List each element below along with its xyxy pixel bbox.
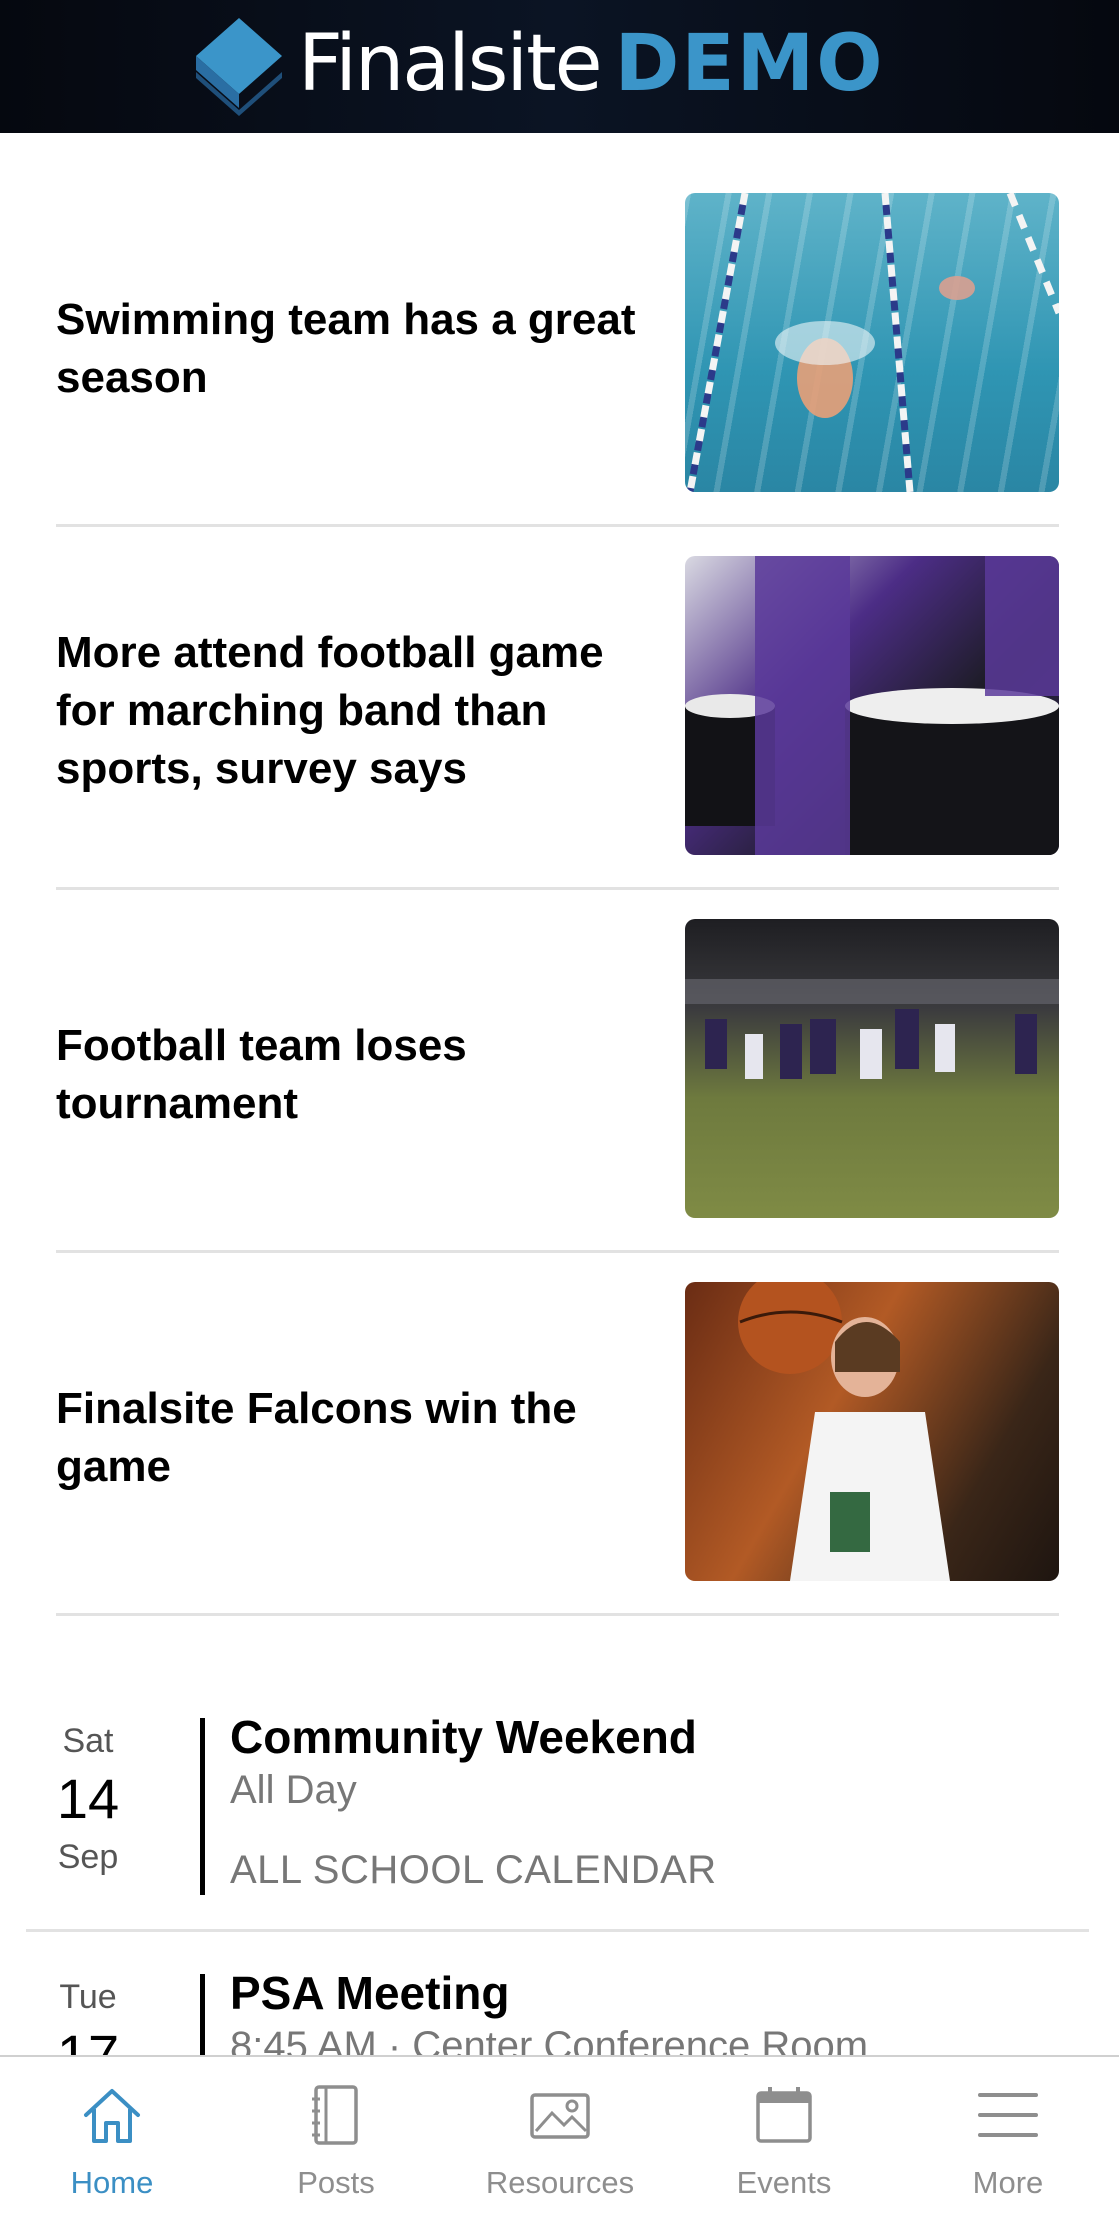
- home-icon: [84, 2089, 140, 2143]
- divider: [56, 1613, 1059, 1616]
- news-item[interactable]: Swimming team has a great season: [0, 193, 1119, 555]
- divider: [26, 1929, 1089, 1932]
- news-item[interactable]: More attend football game for marching b…: [0, 556, 1119, 918]
- football-game-photo: [685, 979, 1059, 1079]
- tab-label: Events: [736, 2165, 832, 2200]
- finalsite-logo-icon: [196, 18, 282, 116]
- notebook-icon: [312, 2085, 358, 2145]
- news-item[interactable]: Football team loses tournament: [0, 919, 1119, 1281]
- news-thumbnail[interactable]: [685, 556, 1059, 855]
- divider: [56, 524, 1059, 527]
- app-header: Finalsite DEMO: [0, 0, 1119, 133]
- event-title[interactable]: Community Weekend: [230, 1710, 697, 1764]
- event-month: Sep: [57, 1838, 119, 1876]
- brand-suffix: DEMO: [614, 19, 885, 109]
- tab-label: Posts: [297, 2165, 375, 2200]
- news-title[interactable]: Swimming team has a great season: [56, 291, 656, 407]
- news-item[interactable]: Finalsite Falcons win the game: [0, 1282, 1119, 1644]
- tab-label: Home: [70, 2165, 154, 2200]
- tab-label: Resources: [485, 2165, 635, 2200]
- swimming-pool-photo: [686, 193, 1059, 492]
- tab-label: More: [972, 2165, 1044, 2200]
- event-day: 14: [56, 1767, 120, 1830]
- event-weekday: Sat: [62, 1722, 114, 1760]
- news-title[interactable]: More attend football game for marching b…: [56, 624, 656, 798]
- news-thumbnail[interactable]: [685, 1282, 1059, 1581]
- event-time: All Day: [230, 1768, 357, 1812]
- tab-more[interactable]: More: [896, 2057, 1119, 2222]
- menu-icon: [978, 2093, 1038, 2137]
- event-weekday: Tue: [59, 1978, 117, 2016]
- news-title[interactable]: Finalsite Falcons win the game: [56, 1380, 656, 1496]
- event-title[interactable]: PSA Meeting: [230, 1966, 509, 2020]
- calendar-icon: [756, 2087, 812, 2143]
- basketball-player-photo: [738, 1282, 950, 1581]
- brand-wordmark: Finalsite DEMO: [298, 14, 885, 114]
- image-icon: [530, 2093, 590, 2139]
- bottom-tab-bar: Home Posts Resources Events More: [0, 2055, 1119, 2222]
- tab-home[interactable]: Home: [0, 2057, 224, 2222]
- divider: [56, 887, 1059, 890]
- news-thumbnail[interactable]: [685, 193, 1059, 492]
- news-title[interactable]: Football team loses tournament: [56, 1017, 656, 1133]
- event-divider-bar: [200, 1718, 205, 1895]
- tab-resources[interactable]: Resources: [448, 2057, 672, 2222]
- tab-posts[interactable]: Posts: [224, 2057, 448, 2222]
- event-item[interactable]: Sat 14 Sep Community Weekend All Day ALL…: [0, 1710, 1119, 1932]
- tab-events[interactable]: Events: [672, 2057, 896, 2222]
- divider: [56, 1250, 1059, 1253]
- event-calendar: ALL SCHOOL CALENDAR: [230, 1848, 717, 1892]
- news-thumbnail[interactable]: [685, 919, 1059, 1218]
- marching-band-drums-photo: [685, 556, 1059, 855]
- brand-name: Finalsite: [298, 19, 603, 109]
